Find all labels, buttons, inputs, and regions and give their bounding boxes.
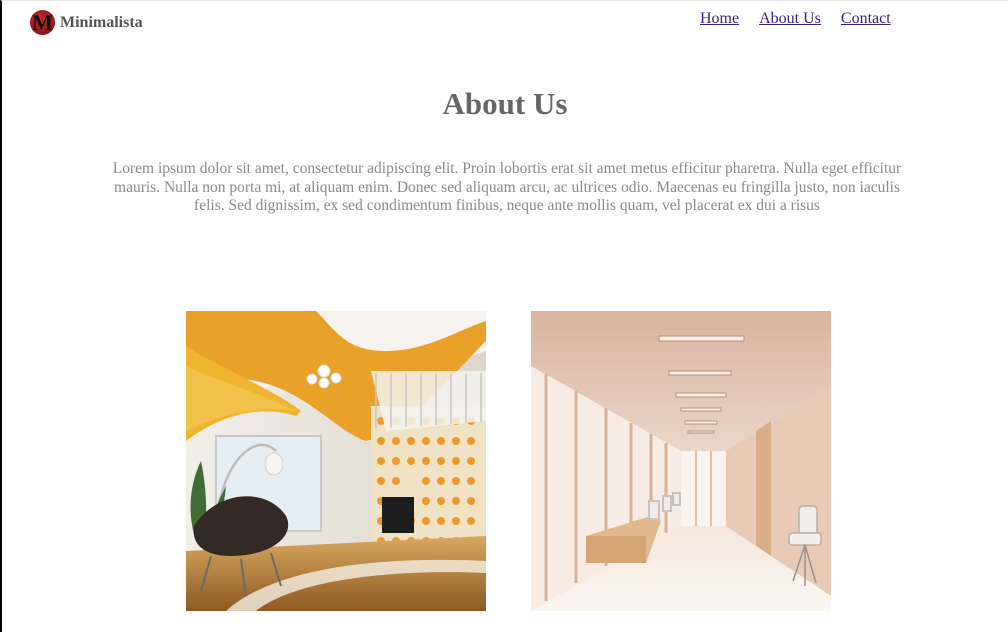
page-title: About Us (442, 86, 568, 121)
main-nav: Home About Us Contact (700, 10, 911, 28)
brand-name: Minimalista (60, 13, 143, 31)
interior-photo-living-room (186, 311, 486, 611)
site-header: M Minimalista Home About Us Contact (2, 1, 1008, 43)
nav-link-contact[interactable]: Contact (841, 10, 891, 28)
interior-photo-office-corridor (531, 311, 831, 611)
nav-link-home[interactable]: Home (700, 10, 739, 28)
brand-logo[interactable]: M Minimalista (30, 10, 143, 35)
nav-link-about-us[interactable]: About Us (759, 10, 821, 28)
intro-paragraph: Lorem ipsum dolor sit amet, consectetur … (112, 160, 902, 214)
logo-mark-icon: M (30, 10, 55, 35)
